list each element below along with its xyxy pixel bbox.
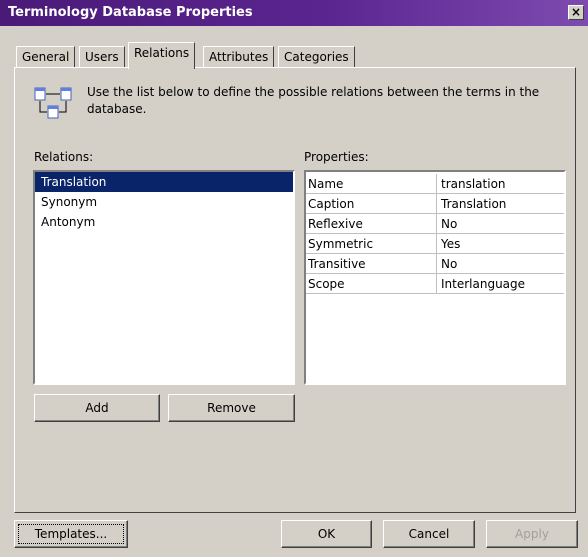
properties-dialog: Terminology Database Properties × Genera… bbox=[0, 0, 588, 557]
properties-grid[interactable]: Name translation Caption Translation Ref… bbox=[304, 170, 566, 385]
relations-icon bbox=[34, 87, 72, 119]
property-name: Reflexive bbox=[306, 214, 437, 233]
ok-button[interactable]: OK bbox=[281, 520, 372, 548]
relations-list[interactable]: Translation Synonym Antonym bbox=[33, 170, 295, 385]
title-bar: Terminology Database Properties × bbox=[0, 0, 588, 26]
property-row-transitive[interactable]: Transitive No bbox=[306, 254, 564, 274]
property-value[interactable]: translation bbox=[437, 174, 506, 194]
property-row-caption[interactable]: Caption Translation bbox=[306, 194, 564, 214]
property-row-reflexive[interactable]: Reflexive No bbox=[306, 214, 564, 234]
property-value[interactable]: Interlanguage bbox=[437, 274, 525, 294]
property-name: Caption bbox=[306, 194, 437, 213]
property-value[interactable]: Yes bbox=[437, 234, 460, 254]
window-title: Terminology Database Properties bbox=[8, 5, 253, 20]
close-button[interactable]: × bbox=[568, 5, 584, 20]
property-row-symmetric[interactable]: Symmetric Yes bbox=[306, 234, 564, 254]
properties-label: Properties: bbox=[304, 150, 369, 164]
property-row-name[interactable]: Name translation bbox=[306, 174, 564, 194]
property-row-scope[interactable]: Scope Interlanguage bbox=[306, 274, 564, 294]
tab-general[interactable]: General bbox=[16, 46, 76, 68]
property-name: Name bbox=[306, 174, 437, 193]
add-button[interactable]: Add bbox=[34, 394, 160, 422]
property-name: Symmetric bbox=[306, 234, 437, 253]
info-description: Use the list below to define the possibl… bbox=[87, 85, 540, 116]
tab-relations[interactable]: Relations bbox=[128, 42, 196, 69]
property-value[interactable]: No bbox=[437, 214, 457, 234]
apply-button[interactable]: Apply bbox=[486, 520, 578, 548]
tab-users[interactable]: Users bbox=[79, 46, 125, 68]
relations-label: Relations: bbox=[34, 150, 94, 164]
property-value[interactable]: Translation bbox=[437, 194, 506, 214]
tab-attributes[interactable]: Attributes bbox=[203, 46, 275, 68]
property-name: Transitive bbox=[306, 254, 437, 273]
tab-categories[interactable]: Categories bbox=[278, 46, 355, 68]
cancel-button[interactable]: Cancel bbox=[383, 520, 475, 548]
relation-item-synonym[interactable]: Synonym bbox=[35, 192, 293, 212]
property-name: Scope bbox=[306, 274, 437, 293]
close-icon: × bbox=[570, 5, 582, 19]
templates-button[interactable]: Templates... bbox=[14, 520, 128, 548]
property-value[interactable]: No bbox=[437, 254, 457, 274]
relation-item-translation[interactable]: Translation bbox=[35, 172, 293, 192]
relation-item-antonym[interactable]: Antonym bbox=[35, 212, 293, 232]
remove-button[interactable]: Remove bbox=[168, 394, 295, 422]
